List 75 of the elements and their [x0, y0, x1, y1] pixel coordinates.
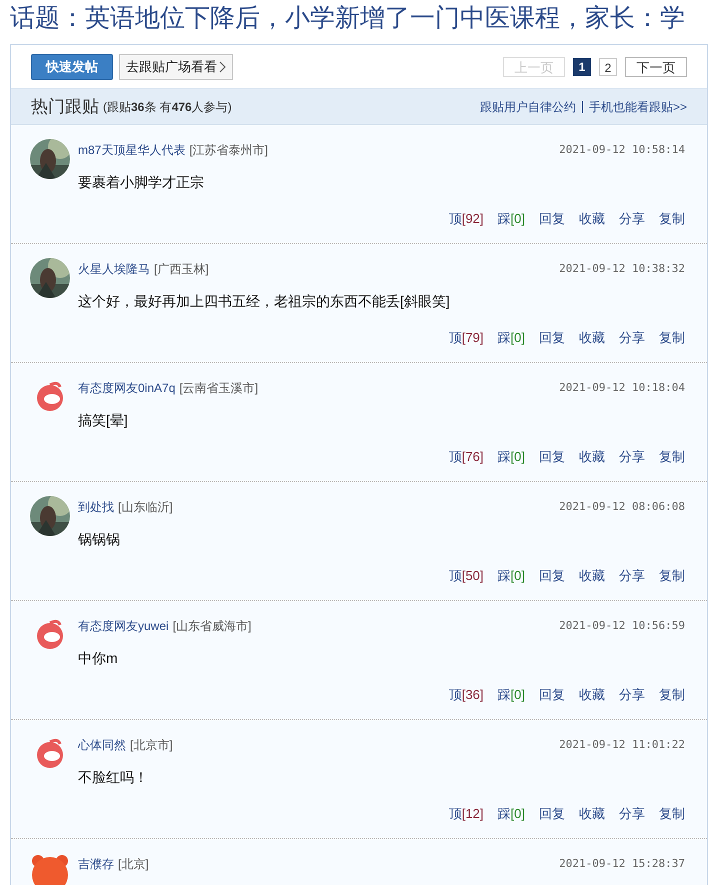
next-page-button[interactable]: 下一页: [625, 56, 687, 76]
page-button[interactable]: 1: [573, 58, 591, 76]
action-link[interactable]: 回复: [539, 804, 565, 824]
downvote-link[interactable]: 踩[0]: [498, 328, 525, 348]
header-link[interactable]: 手机也能看跟贴>>: [588, 98, 687, 116]
post-content: 不脸红吗！: [78, 768, 149, 787]
post-time: 2021-09-12 15:28:37: [559, 856, 685, 872]
user-location: [北京]: [118, 856, 149, 873]
action-link[interactable]: 复制: [659, 209, 685, 228]
post-content: 这个好，最好再加上四书五经，老祖宗的东西不能丢[斜眼笑]: [78, 292, 451, 311]
post-content: 要裹着小脚学才正宗: [78, 173, 205, 192]
action-link[interactable]: 收藏: [579, 566, 605, 586]
action-link[interactable]: 收藏: [579, 685, 605, 704]
action-link[interactable]: 分享: [619, 447, 645, 466]
upvote-link[interactable]: 顶[12]: [448, 804, 484, 824]
plaza-link-button[interactable]: 去跟贴广场看看: [119, 54, 233, 80]
post-stats: (跟贴36条 有476人参与): [103, 98, 232, 116]
post-time: 2021-09-12 10:18:04: [559, 380, 685, 396]
downvote-link[interactable]: 踩[0]: [498, 566, 525, 586]
action-link[interactable]: 收藏: [579, 209, 605, 228]
downvote-link[interactable]: 踩[0]: [498, 685, 525, 704]
action-link[interactable]: 回复: [539, 447, 565, 466]
chevron-right-icon: [219, 60, 226, 72]
user-name[interactable]: 有态度网友yuwei: [78, 617, 169, 635]
user-name[interactable]: 火星人埃隆马: [78, 260, 150, 278]
user-location: [北京市]: [130, 737, 173, 754]
upvote-link[interactable]: 顶[50]: [448, 566, 484, 586]
action-link[interactable]: 复制: [659, 447, 685, 466]
action-link[interactable]: 分享: [619, 328, 645, 348]
user-location: [云南省玉溪市]: [179, 380, 258, 397]
upvote-link[interactable]: 顶[76]: [448, 447, 484, 466]
post-content: 搞笑[晕]: [78, 411, 129, 430]
user-name[interactable]: 吉濮存: [78, 855, 114, 873]
post-button[interactable]: 快速发帖: [31, 54, 113, 80]
user-name[interactable]: 心体同然: [78, 736, 126, 754]
post-time: 2021-09-12 11:01:22: [559, 736, 685, 753]
section-title: 热门跟贴: [31, 96, 99, 118]
upvote-link[interactable]: 顶[36]: [448, 685, 484, 704]
user-name[interactable]: 有态度网友0inA7q: [78, 379, 176, 397]
user-location: [江苏省泰州市]: [189, 142, 268, 159]
action-link[interactable]: 复制: [659, 685, 685, 704]
downvote-link[interactable]: 踩[0]: [498, 804, 525, 824]
action-link[interactable]: 复制: [659, 328, 685, 348]
post-time: 2021-09-12 10:56:59: [559, 618, 685, 634]
action-link[interactable]: 分享: [619, 685, 645, 704]
action-link[interactable]: 回复: [539, 685, 565, 704]
action-link[interactable]: 复制: [659, 804, 685, 824]
user-location: [山东临沂]: [118, 499, 173, 516]
action-link[interactable]: 复制: [659, 566, 685, 586]
topic-title: 话题：英语地位下降后，小学新增了一门中医课程，家长：学: [9, 4, 686, 34]
user-location: [山东省威海市]: [172, 618, 252, 635]
header-link[interactable]: 跟贴用户自律公约: [480, 98, 576, 116]
post-time: 2021-09-12 10:38:32: [559, 260, 685, 277]
post-time: 2021-09-12 10:58:14: [559, 142, 685, 158]
user-location: [广西玉林]: [154, 261, 209, 278]
user-name[interactable]: 到处找: [78, 498, 114, 516]
action-link[interactable]: 分享: [619, 209, 645, 228]
downvote-link[interactable]: 踩[0]: [498, 209, 525, 228]
action-link[interactable]: 回复: [539, 566, 565, 586]
action-link[interactable]: 收藏: [579, 447, 605, 466]
post-content: 锅锅锅: [78, 530, 121, 549]
mascot-avatar-icon: [30, 853, 70, 885]
post-content: 中你m: [78, 649, 119, 668]
action-link[interactable]: 回复: [539, 328, 565, 348]
action-link[interactable]: 分享: [619, 804, 645, 824]
action-link[interactable]: 收藏: [579, 328, 605, 348]
upvote-link[interactable]: 顶[92]: [448, 209, 484, 228]
page-button[interactable]: 2: [599, 58, 617, 76]
action-link[interactable]: 回复: [539, 209, 565, 228]
post-time: 2021-09-12 08:06:08: [559, 498, 685, 515]
action-link[interactable]: 收藏: [579, 804, 605, 824]
downvote-link[interactable]: 踩[0]: [498, 447, 525, 466]
upvote-link[interactable]: 顶[79]: [448, 328, 484, 348]
action-link[interactable]: 分享: [619, 566, 645, 586]
user-name[interactable]: m87天顶星华人代表: [78, 141, 186, 159]
